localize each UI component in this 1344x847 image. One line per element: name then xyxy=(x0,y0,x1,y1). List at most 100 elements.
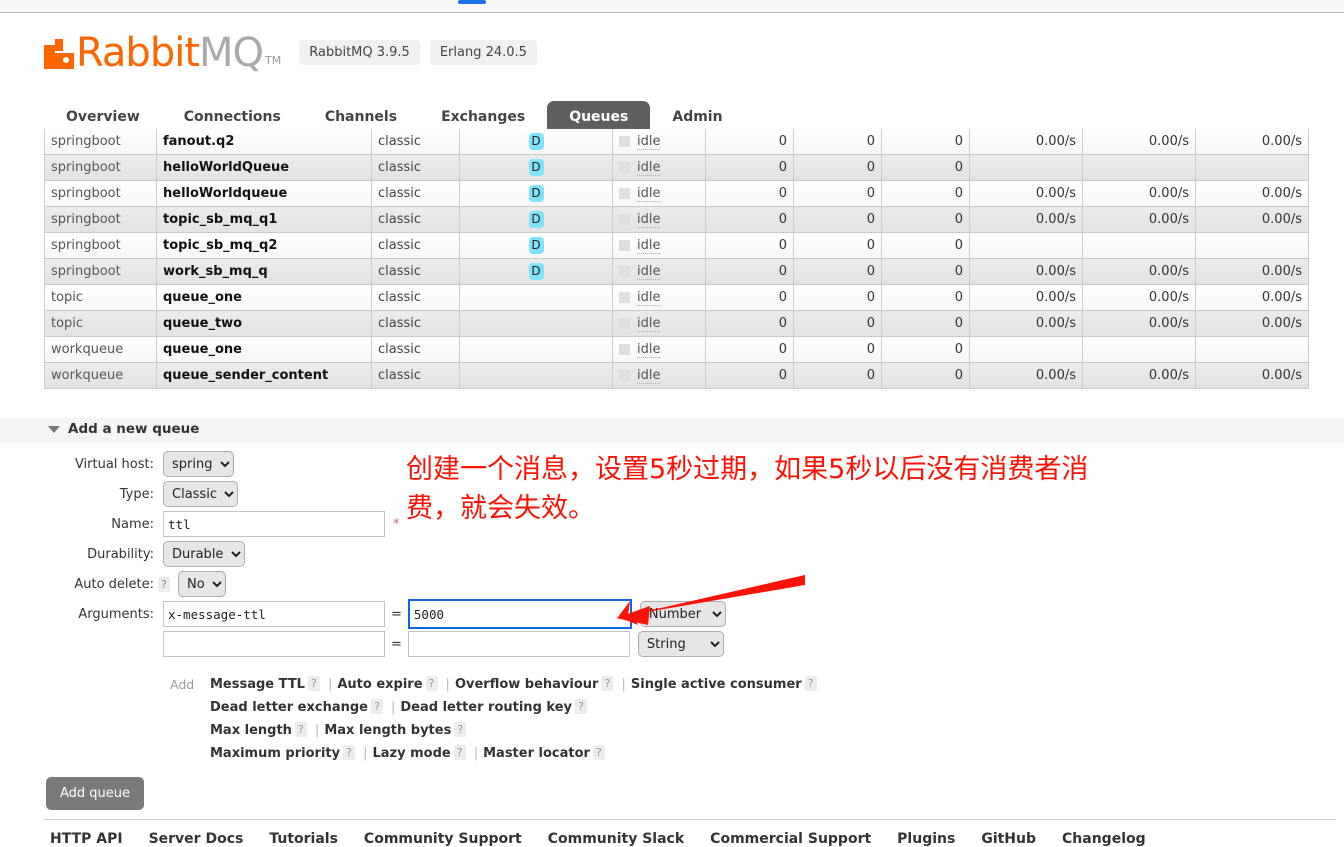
preset-link-dead-letter-exchange[interactable]: Dead letter exchange xyxy=(210,700,368,715)
preset-help-icon[interactable]: ? xyxy=(370,699,383,714)
preset-help-icon[interactable]: ? xyxy=(343,745,356,760)
cell-queue-name[interactable]: work_sb_mq_q xyxy=(156,258,372,285)
footer-link-github[interactable]: GitHub xyxy=(981,831,1036,847)
cell-queue-name[interactable]: topic_sb_mq_q2 xyxy=(156,232,372,259)
argument-value-input-2[interactable] xyxy=(407,631,630,657)
cell-features: D xyxy=(459,180,613,207)
cell-queue-name[interactable]: helloWorldqueue xyxy=(156,180,372,207)
add-preset-label: Add xyxy=(170,677,195,692)
table-row[interactable]: topic queue_one classic idle 0 0 0 0.00/s 0.00/s… xyxy=(44,284,1309,311)
preset-help-icon[interactable]: ? xyxy=(453,745,466,760)
table-row[interactable]: springboot work_sb_mq_q classic Didle 0 0 0 0.0… xyxy=(44,258,1309,285)
cell-state: idle xyxy=(612,284,706,311)
cell-incoming-rate: 0.00/s xyxy=(969,180,1083,207)
argument-type-select-2[interactable]: String xyxy=(637,631,724,657)
table-row[interactable]: springboot helloWorldqueue classic Didle 0 0 0… xyxy=(44,180,1309,207)
table-row[interactable]: workqueue queue_sender_content classic idle… xyxy=(44,362,1309,389)
footer-link-server-docs[interactable]: Server Docs xyxy=(149,831,244,847)
footer-divider xyxy=(44,819,1336,820)
durable-badge-icon: D xyxy=(528,159,544,176)
footer-link-commercial-support[interactable]: Commercial Support xyxy=(710,831,871,847)
preset-help-icon[interactable]: ? xyxy=(592,745,605,760)
cell-queue-name[interactable]: topic_sb_mq_q1 xyxy=(156,206,372,233)
preset-link-maximum-priority[interactable]: Maximum priority xyxy=(210,746,340,761)
table-row[interactable]: springboot helloWorldQueue classic Didle 0 0 0 xyxy=(44,154,1309,181)
preset-help-icon[interactable]: ? xyxy=(804,676,817,691)
rabbitmq-logo[interactable]: Rabbit MQ TM xyxy=(44,33,281,73)
cell-total: 0 xyxy=(881,362,970,389)
queue-type-select[interactable]: Classic xyxy=(163,481,238,507)
cell-vhost: springboot xyxy=(44,154,157,181)
cell-queue-name[interactable]: queue_sender_content xyxy=(156,362,372,389)
preset-help-icon[interactable]: ? xyxy=(294,722,307,737)
preset-help-icon[interactable]: ? xyxy=(601,676,614,691)
footer-link-http-api[interactable]: HTTP API xyxy=(50,831,123,847)
cell-incoming-rate xyxy=(969,154,1083,181)
preset-link-master-locator[interactable]: Master locator xyxy=(483,746,590,761)
preset-help-icon[interactable]: ? xyxy=(425,676,438,691)
table-row[interactable]: springboot topic_sb_mq_q2 classic Didle 0 0 0 xyxy=(44,232,1309,259)
argument-key-input-2[interactable] xyxy=(163,631,385,657)
preset-separator: | xyxy=(473,746,479,761)
preset-separator: | xyxy=(327,677,333,692)
preset-link-max-length[interactable]: Max length xyxy=(210,723,292,738)
auto-delete-help-icon[interactable]: ? xyxy=(158,576,170,592)
queues-table: springboot fanout.q2 classic Didle 0 0 0 0.00/s… xyxy=(44,129,1309,389)
cell-queue-name[interactable]: fanout.q2 xyxy=(156,129,372,155)
preset-help-icon[interactable]: ? xyxy=(307,676,320,691)
preset-link-single-active-consumer[interactable]: Single active consumer xyxy=(631,677,802,692)
footer-link-plugins[interactable]: Plugins xyxy=(897,831,955,847)
preset-link-auto-expire[interactable]: Auto expire xyxy=(337,677,422,692)
cell-ready: 0 xyxy=(705,284,794,311)
add-queue-section-header[interactable]: Add a new queue xyxy=(48,421,199,437)
add-queue-button[interactable]: Add queue xyxy=(46,777,145,810)
cell-vhost: springboot xyxy=(44,180,157,207)
annotation-text: 创建一个消息，设置5秒过期，如果5秒以后没有消费者消费，就会失效。 xyxy=(406,454,1089,524)
cell-vhost: springboot xyxy=(44,206,157,233)
preset-link-max-length-bytes[interactable]: Max length bytes xyxy=(324,723,451,738)
virtual-host-select[interactable]: spring xyxy=(163,451,234,477)
cell-total: 0 xyxy=(881,310,970,337)
collapse-caret-icon[interactable] xyxy=(48,425,60,433)
footer-link-tutorials[interactable]: Tutorials xyxy=(269,831,338,847)
footer-link-community-support[interactable]: Community Support xyxy=(364,831,522,847)
preset-help-icon[interactable]: ? xyxy=(454,722,467,737)
cell-type: classic xyxy=(371,232,460,259)
logo-text-rabbit: Rabbit xyxy=(76,30,200,76)
argument-type-select-1[interactable]: Number xyxy=(639,601,726,627)
preset-help-icon[interactable]: ? xyxy=(574,699,587,714)
durable-badge-icon: D xyxy=(528,185,544,202)
cell-state: idle xyxy=(612,362,706,389)
cell-state: idle xyxy=(612,310,706,337)
argument-key-input-1[interactable] xyxy=(163,601,385,627)
cell-queue-name[interactable]: queue_two xyxy=(156,310,372,337)
durability-select[interactable]: Durable xyxy=(163,541,245,567)
cell-queue-name[interactable]: queue_one xyxy=(156,284,372,311)
preset-separator: | xyxy=(445,677,450,692)
field-arguments-row-2: = String xyxy=(44,631,726,657)
table-row[interactable]: springboot fanout.q2 classic Didle 0 0 0 0.00/s… xyxy=(44,129,1309,155)
argument-value-input-1[interactable] xyxy=(407,599,632,629)
cell-queue-name[interactable]: helloWorldQueue xyxy=(156,154,372,181)
preset-link-dead-letter-routing-key[interactable]: Dead letter routing key xyxy=(400,700,572,715)
preset-link-overflow-behaviour[interactable]: Overflow behaviour xyxy=(455,677,599,692)
footer-link-changelog[interactable]: Changelog xyxy=(1062,831,1146,847)
table-row[interactable]: workqueue queue_one classic idle 0 0 0 xyxy=(44,336,1309,363)
active-tab-indicator[interactable] xyxy=(458,0,486,4)
state-indicator-icon xyxy=(619,266,630,277)
auto-delete-select[interactable]: No xyxy=(178,571,226,597)
preset-link-message-ttl[interactable]: Message TTL xyxy=(210,677,305,692)
cell-unacked: 0 xyxy=(793,232,882,259)
cell-type: classic xyxy=(371,258,460,285)
cell-ready: 0 xyxy=(705,258,794,285)
table-row[interactable]: topic queue_two classic idle 0 0 0 0.00/s 0.00/s… xyxy=(44,310,1309,337)
footer-link-community-slack[interactable]: Community Slack xyxy=(548,831,684,847)
cell-vhost: springboot xyxy=(44,129,157,155)
footer-links: HTTP API Server Docs Tutorials Community Su… xyxy=(50,831,1146,847)
preset-link-lazy-mode[interactable]: Lazy mode xyxy=(372,746,450,761)
queue-name-input[interactable] xyxy=(163,511,385,537)
cell-unacked: 0 xyxy=(793,310,882,337)
table-row[interactable]: springboot topic_sb_mq_q1 classic Didle 0 0 0 0… xyxy=(44,206,1309,233)
cell-ack-rate: 0.00/s xyxy=(1195,206,1309,233)
cell-queue-name[interactable]: queue_one xyxy=(156,336,372,363)
